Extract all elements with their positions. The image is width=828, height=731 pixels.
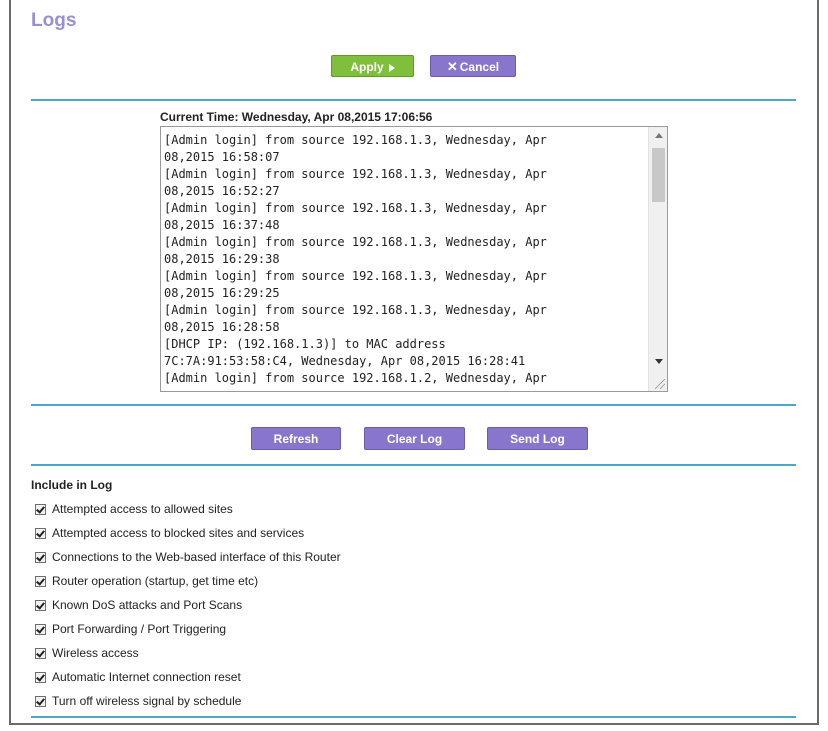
scroll-up-icon[interactable] [655,133,663,138]
apply-button[interactable]: Apply [331,55,414,77]
option-label: Attempted access to blocked sites and se… [52,526,305,540]
log-textarea[interactable]: [Admin login] from source 192.168.1.3, W… [160,126,668,392]
option-port-forwarding[interactable]: Port Forwarding / Port Triggering [35,621,226,637]
option-web-interface[interactable]: Connections to the Web-based interface o… [35,549,341,565]
cancel-label: Cancel [459,60,500,74]
option-label: Router operation (startup, get time etc) [52,574,259,588]
option-internet-reset[interactable]: Automatic Internet connection reset [35,669,241,685]
option-router-operation[interactable]: Router operation (startup, get time etc) [35,573,258,589]
x-icon: ✕ [446,59,458,74]
apply-label: Apply [350,60,384,74]
option-wireless-schedule[interactable]: Turn off wireless signal by schedule [35,693,241,709]
log-scrollbar[interactable] [648,127,667,391]
checkbox[interactable] [35,503,46,515]
option-dos-attacks[interactable]: Known DoS attacks and Port Scans [35,597,242,613]
divider-middle [31,404,796,406]
option-wireless-access[interactable]: Wireless access [35,645,139,661]
divider-include [31,464,796,466]
option-label: Connections to the Web-based interface o… [52,550,341,564]
include-heading: Include in Log [31,478,113,492]
checkbox[interactable] [35,695,46,707]
refresh-button[interactable]: Refresh [251,427,341,450]
option-label: Port Forwarding / Port Triggering [52,622,227,636]
option-label: Turn off wireless signal by schedule [52,694,242,708]
divider-bottom [31,716,796,718]
checkbox[interactable] [35,551,46,563]
scroll-down-icon[interactable] [655,359,663,364]
checkbox[interactable] [35,527,46,539]
checkbox[interactable] [35,623,46,635]
checkbox[interactable] [35,599,46,611]
option-label: Attempted access to allowed sites [52,502,233,516]
page-title: Logs [31,10,77,31]
resize-grip-icon[interactable] [655,379,665,389]
send-log-button[interactable]: Send Log [487,427,588,450]
option-blocked-sites[interactable]: Attempted access to blocked sites and se… [35,525,304,541]
option-label: Wireless access [52,646,139,660]
cancel-button[interactable]: ✕ Cancel [430,55,516,77]
checkbox[interactable] [35,671,46,683]
option-label: Automatic Internet connection reset [52,670,241,684]
checkbox[interactable] [35,647,46,659]
checkbox[interactable] [35,575,46,587]
option-label: Known DoS attacks and Port Scans [52,598,243,612]
option-allowed-sites[interactable]: Attempted access to allowed sites [35,501,233,517]
clear-log-button[interactable]: Clear Log [364,427,465,450]
scroll-thumb[interactable] [652,148,665,202]
log-text: [Admin login] from source 192.168.1.3, W… [164,133,547,385]
current-time: Current Time: Wednesday, Apr 08,2015 17:… [160,110,433,124]
divider-top [31,99,796,101]
arrow-right-icon [388,63,395,72]
